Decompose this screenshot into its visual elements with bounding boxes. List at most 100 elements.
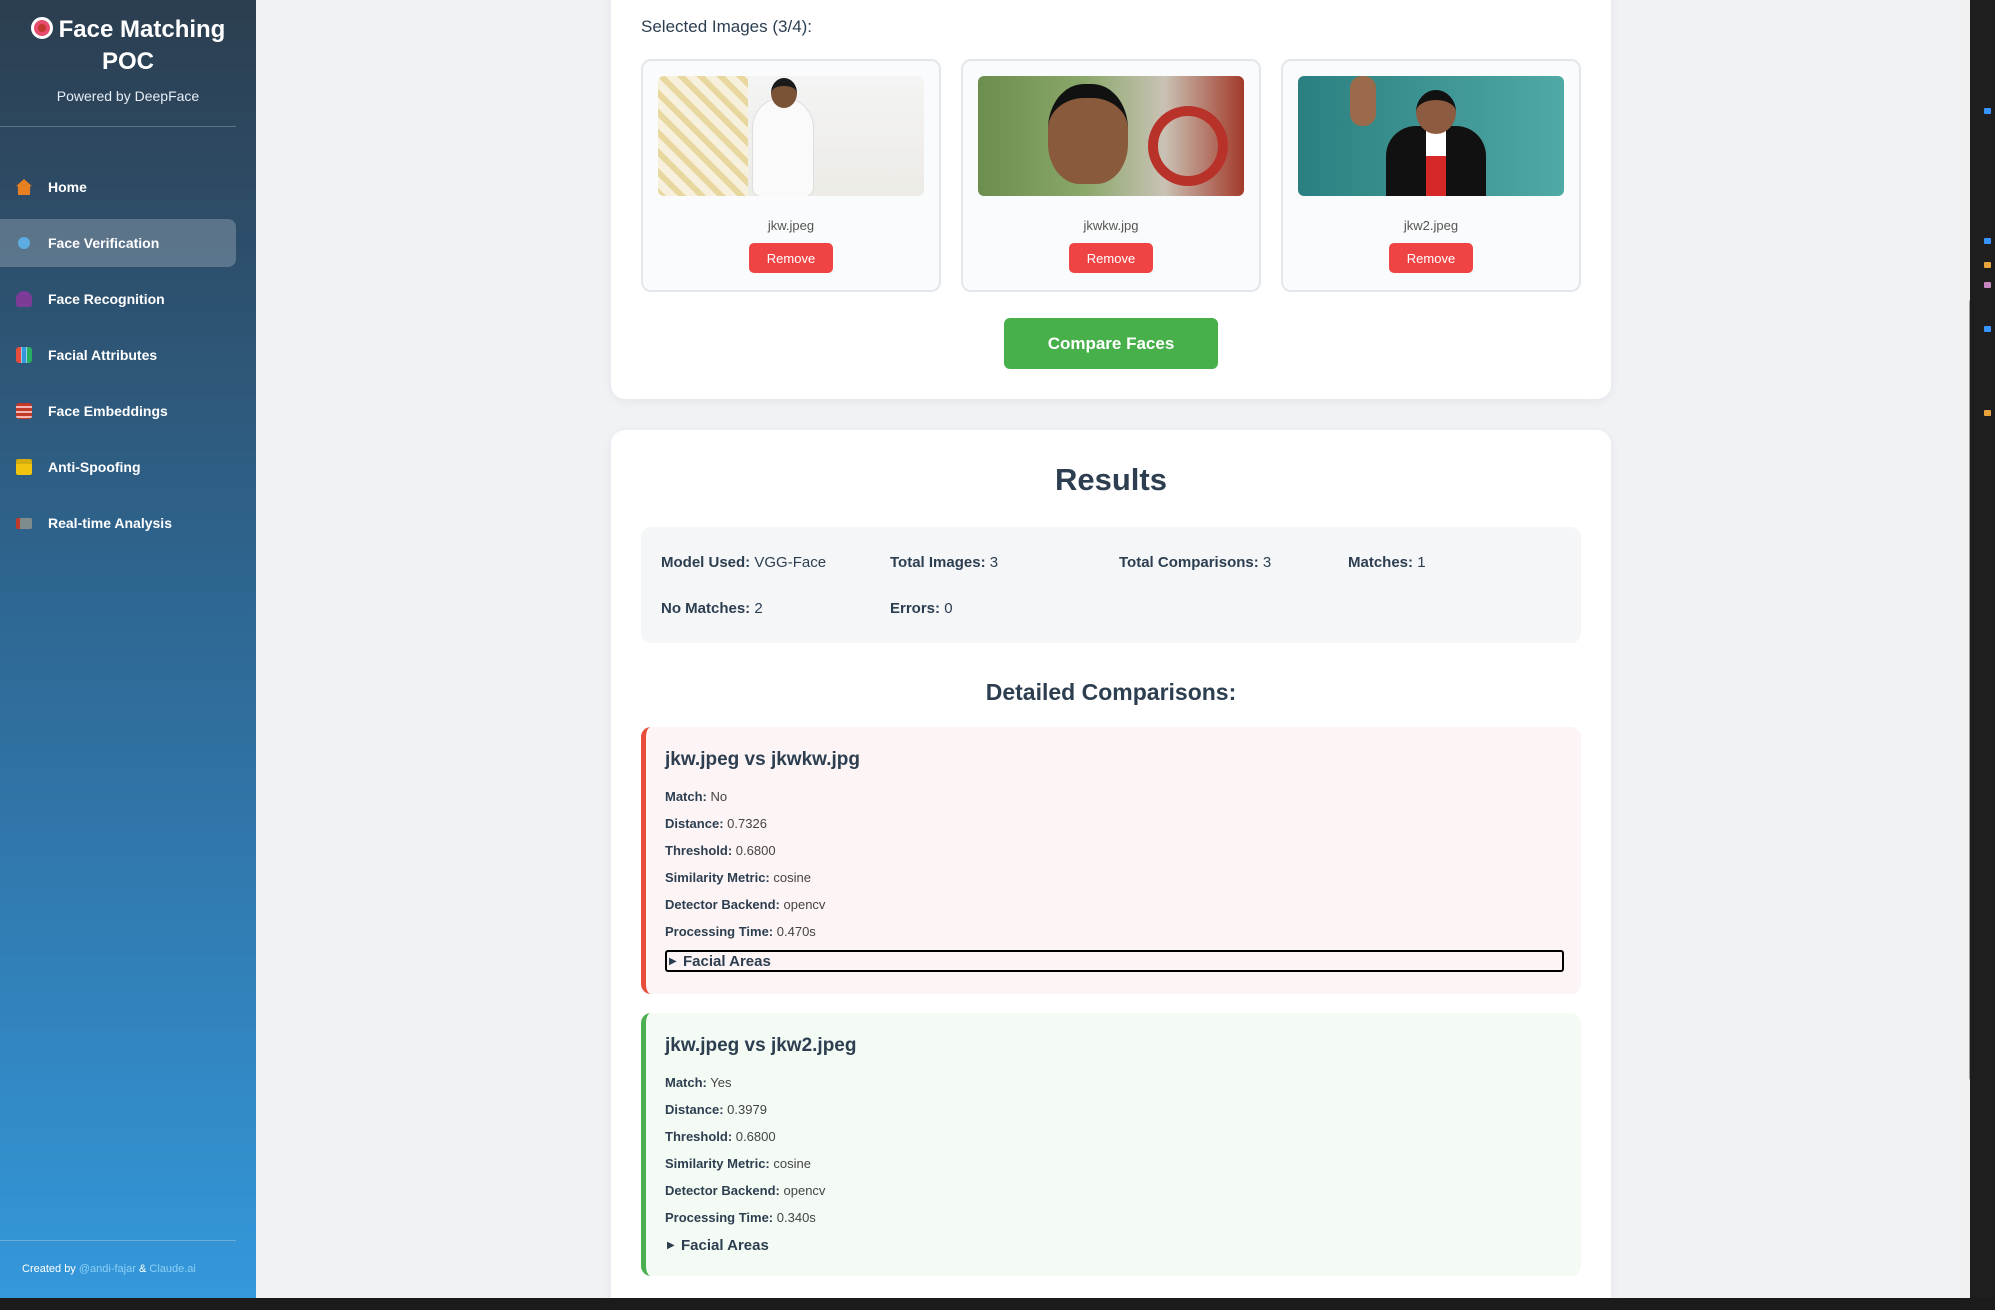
remove-button[interactable]: Remove xyxy=(1389,243,1473,273)
decor-left xyxy=(658,76,748,196)
comparison-metric: Similarity Metric: cosine xyxy=(665,870,811,885)
person-face xyxy=(1048,84,1128,184)
tool-link[interactable]: Claude.ai xyxy=(149,1263,195,1275)
summary-label: Errors: xyxy=(890,600,941,617)
sidebar-item-facial-attributes[interactable]: Facial Attributes xyxy=(0,331,236,379)
person-head xyxy=(771,78,797,108)
sidebar-item-label: Face Verification xyxy=(48,235,160,251)
toolbar-icon xyxy=(1984,326,1991,332)
comparison-title: jkw.jpeg vs jkwkw.jpg xyxy=(665,749,860,770)
comparison-threshold: Threshold: 0.6800 xyxy=(665,1129,776,1144)
image-preview-card: jkw.jpeg Remove xyxy=(641,59,941,292)
divider xyxy=(0,126,236,127)
field-label: Distance: xyxy=(665,1102,724,1117)
field-label: Similarity Metric: xyxy=(665,1156,770,1171)
remove-button[interactable]: Remove xyxy=(749,243,833,273)
sidebar-footer: Created by @andi-fajar & Claude.ai xyxy=(22,1263,196,1275)
image-filename: jkw.jpeg xyxy=(767,218,815,233)
footer-divider xyxy=(0,1240,236,1241)
results-summary: Model Used: VGG-Face Total Images: 3 Tot… xyxy=(641,527,1581,643)
summary-total-comparisons: Total Comparisons: 3 xyxy=(1119,554,1271,571)
remove-button[interactable]: Remove xyxy=(1069,243,1153,273)
summary-value: 3 xyxy=(989,554,999,571)
image-thumbnail xyxy=(978,76,1244,196)
upload-card: Selected Images (3/4): jkw.jpeg Remove j… xyxy=(611,0,1611,399)
toolbar-icon xyxy=(1984,108,1991,114)
field-label: Detector Backend: xyxy=(665,1183,780,1198)
facial-areas-toggle[interactable]: Facial Areas xyxy=(665,1236,769,1258)
camera-icon xyxy=(16,517,32,529)
sidebar-item-face-embeddings[interactable]: Face Embeddings xyxy=(0,387,236,435)
summary-value: 2 xyxy=(754,600,763,617)
summary-errors: Errors: 0 xyxy=(890,600,953,617)
grid-icon xyxy=(16,403,32,419)
toolbar-icon xyxy=(1984,238,1991,244)
sidebar-item-face-verification[interactable]: Face Verification xyxy=(0,219,236,267)
field-label: Distance: xyxy=(665,816,724,831)
comparison-title: jkw.jpeg vs jkw2.jpeg xyxy=(665,1035,857,1056)
toolbar-icon xyxy=(1984,410,1991,416)
field-value: cosine xyxy=(773,1156,811,1171)
target-icon xyxy=(30,17,53,39)
sidebar-item-face-recognition[interactable]: Face Recognition xyxy=(0,275,236,323)
comparison-processing-time: Processing Time: 0.470s xyxy=(665,924,816,939)
toolbar-icon xyxy=(1984,282,1991,288)
field-value: 0.470s xyxy=(776,924,816,939)
comparison-detector: Detector Backend: opencv xyxy=(665,897,825,912)
summary-total-images: Total Images: 3 xyxy=(890,554,998,571)
field-value: opencv xyxy=(783,897,826,912)
toolbar-icon xyxy=(1984,262,1991,268)
summary-matches: Matches: 1 xyxy=(1348,554,1426,571)
lock-icon xyxy=(16,459,32,475)
comparison-detector: Detector Backend: opencv xyxy=(665,1183,825,1198)
footer-prefix: Created by xyxy=(22,1263,76,1275)
sidebar-item-realtime-analysis[interactable]: Real-time Analysis xyxy=(0,499,236,547)
summary-label: Total Images: xyxy=(890,554,986,571)
facial-areas-toggle[interactable]: Facial Areas xyxy=(665,950,1564,972)
sidebar-item-label: Home xyxy=(48,179,87,195)
os-taskbar xyxy=(0,1298,1995,1310)
red-structure xyxy=(1148,106,1228,186)
results-title: Results xyxy=(1055,462,1167,497)
summary-no-matches: No Matches: 2 xyxy=(661,600,763,617)
bar-chart-icon xyxy=(16,347,32,363)
sidebar-item-anti-spoofing[interactable]: Anti-Spoofing xyxy=(0,443,236,491)
field-label: Similarity Metric: xyxy=(665,870,770,885)
sidebar-item-label: Face Recognition xyxy=(48,291,165,307)
app-title: Face Matching POC xyxy=(16,14,240,78)
field-value: opencv xyxy=(783,1183,826,1198)
person-silhouette xyxy=(753,98,813,196)
adjacent-window-edge xyxy=(1970,0,1995,1298)
summary-model: Model Used: VGG-Face xyxy=(661,554,826,571)
comparison-distance: Distance: 0.3979 xyxy=(665,1102,767,1117)
field-label: Match: xyxy=(665,789,707,804)
field-value: cosine xyxy=(773,870,811,885)
summary-value: 0 xyxy=(944,600,953,617)
field-label: Match: xyxy=(665,1075,707,1090)
comparison-card: jkw.jpeg vs jkw2.jpeg Match: Yes Distanc… xyxy=(641,1013,1581,1276)
sidebar-item-home[interactable]: Home xyxy=(0,163,236,211)
compare-faces-button[interactable]: Compare Faces xyxy=(1004,318,1218,369)
brand: Face Matching POC Powered by DeepFace xyxy=(0,0,256,104)
sidebar-item-label: Facial Attributes xyxy=(48,347,158,363)
circle-icon xyxy=(18,237,30,249)
summary-label: Total Comparisons: xyxy=(1119,554,1259,571)
comparison-distance: Distance: 0.7326 xyxy=(665,816,767,831)
field-value: 0.6800 xyxy=(735,1129,776,1144)
field-value: 0.340s xyxy=(776,1210,816,1225)
person-shirt xyxy=(1426,126,1446,196)
summary-label: Model Used: xyxy=(661,554,751,571)
field-label: Detector Backend: xyxy=(665,897,780,912)
comparison-card: jkw.jpeg vs jkwkw.jpg Match: No Distance… xyxy=(641,727,1581,994)
comparison-metric: Similarity Metric: cosine xyxy=(665,1156,811,1171)
field-label: Threshold: xyxy=(665,843,733,858)
person-head xyxy=(1416,90,1456,134)
summary-value: 1 xyxy=(1417,554,1426,571)
field-value: Yes xyxy=(710,1075,732,1090)
sidebar: Face Matching POC Powered by DeepFace Ho… xyxy=(0,0,256,1298)
sidebar-nav: Home Face Verification Face Recognition … xyxy=(0,163,256,547)
detailed-comparisons-title: Detailed Comparisons: xyxy=(985,679,1237,705)
field-label: Processing Time: xyxy=(665,1210,774,1225)
comparison-match: Match: No xyxy=(665,789,727,804)
author-link[interactable]: @andi-fajar xyxy=(79,1263,136,1275)
